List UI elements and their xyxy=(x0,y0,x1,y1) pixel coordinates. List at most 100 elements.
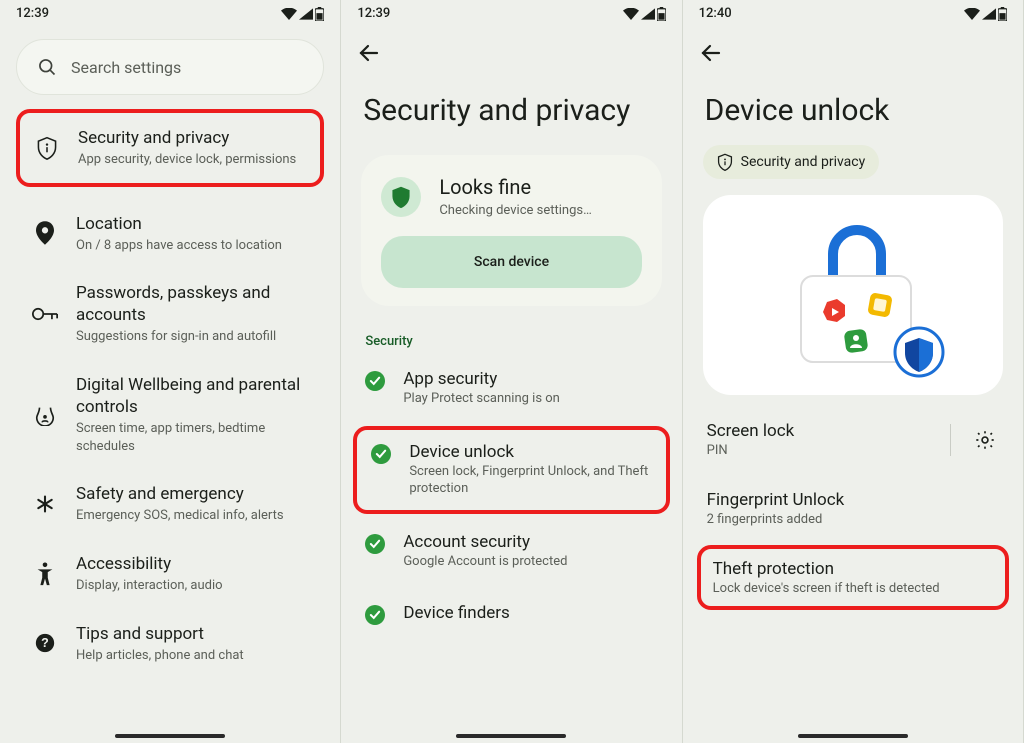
highlight-security-privacy: Security and privacy App security, devic… xyxy=(16,109,324,187)
scan-device-label: Scan device xyxy=(474,254,549,270)
settings-item-security-privacy[interactable]: Security and privacy App security, devic… xyxy=(20,117,320,179)
nav-pill[interactable] xyxy=(115,734,225,738)
status-bar: 12:40 xyxy=(683,0,1023,21)
settings-item-location[interactable]: Location On / 8 apps have access to loca… xyxy=(14,199,326,269)
clock: 12:39 xyxy=(357,6,390,21)
nav-pill[interactable] xyxy=(456,734,566,738)
nav-pill[interactable] xyxy=(798,734,908,738)
phone-security-privacy: 12:39 Security and privacy Looks fine Ch… xyxy=(341,0,682,743)
clock: 12:39 xyxy=(16,6,49,21)
highlight-theft-protection: Theft protection Lock device's screen if… xyxy=(697,545,1009,610)
item-title: Location xyxy=(76,213,308,235)
privacy-tip-icon xyxy=(717,153,733,171)
gear-icon xyxy=(974,429,996,451)
phone-settings-root: 12:39 Search settings Security and priva… xyxy=(0,0,341,743)
settings-item-wellbeing[interactable]: Digital Wellbeing and parental controls … xyxy=(14,360,326,469)
arrow-back-icon xyxy=(699,41,723,65)
phone-device-unlock: 12:40 Device unlock Security and privacy xyxy=(683,0,1024,743)
item-title: Safety and emergency xyxy=(76,483,308,505)
page-title: Device unlock xyxy=(705,93,1001,129)
row-title: Device unlock xyxy=(409,442,651,462)
row-title: Device finders xyxy=(403,603,510,623)
item-title: Passwords, passkeys and accounts xyxy=(76,282,308,326)
check-icon xyxy=(365,371,385,391)
shield-status-icon xyxy=(381,177,421,217)
row-sub: Screen lock, Fingerprint Unlock, and The… xyxy=(409,464,651,498)
location-icon xyxy=(32,221,58,245)
row-title: Account security xyxy=(403,532,567,552)
status-icons xyxy=(623,7,666,21)
page-title: Security and privacy xyxy=(363,93,659,129)
search-placeholder: Search settings xyxy=(71,58,181,77)
row-device-finders[interactable]: Device finders xyxy=(341,587,681,627)
row-title: Theft protection xyxy=(713,559,993,579)
scan-device-button[interactable]: Scan device xyxy=(381,236,641,288)
settings-item-tips[interactable]: ? Tips and support Help articles, phone … xyxy=(14,609,326,679)
signal-icon xyxy=(982,8,996,20)
wifi-icon xyxy=(623,8,639,20)
settings-list: Location On / 8 apps have access to loca… xyxy=(14,195,326,683)
row-sub: Google Account is protected xyxy=(403,554,567,571)
status-bar: 12:39 xyxy=(341,0,681,21)
svg-text:?: ? xyxy=(41,637,49,651)
row-device-unlock[interactable]: Device unlock Screen lock, Fingerprint U… xyxy=(357,430,665,510)
help-icon: ? xyxy=(32,633,58,653)
back-button[interactable] xyxy=(357,41,381,65)
settings-item-passwords[interactable]: Passwords, passkeys and accounts Suggest… xyxy=(14,268,326,360)
item-text: Accessibility Display, interaction, audi… xyxy=(76,553,308,595)
clock: 12:40 xyxy=(699,6,732,21)
row-title: Screen lock xyxy=(707,421,930,441)
highlight-device-unlock: Device unlock Screen lock, Fingerprint U… xyxy=(353,426,669,514)
item-title: Digital Wellbeing and parental controls xyxy=(76,374,308,418)
back-button[interactable] xyxy=(699,41,723,65)
settings-item-safety[interactable]: Safety and emergency Emergency SOS, medi… xyxy=(14,469,326,539)
wifi-icon xyxy=(964,8,980,20)
breadcrumb-chip[interactable]: Security and privacy xyxy=(703,145,880,179)
row-title: Fingerprint Unlock xyxy=(707,490,999,510)
row-app-security[interactable]: App security Play Protect scanning is on xyxy=(341,353,681,424)
item-subtitle: On / 8 apps have access to location xyxy=(76,237,308,255)
row-title: App security xyxy=(403,369,560,389)
item-text: Safety and emergency Emergency SOS, medi… xyxy=(76,483,308,525)
signal-icon xyxy=(299,8,313,20)
item-text: Tips and support Help articles, phone an… xyxy=(76,623,308,665)
item-text: Digital Wellbeing and parental controls … xyxy=(76,374,308,455)
lock-illustration xyxy=(753,210,953,380)
security-list: App security Play Protect scanning is on… xyxy=(341,353,681,627)
check-icon xyxy=(365,605,385,625)
divider xyxy=(950,424,951,456)
item-subtitle: Emergency SOS, medical info, alerts xyxy=(76,507,308,525)
search-settings-field[interactable]: Search settings xyxy=(16,39,324,95)
status-sub: Checking device settings… xyxy=(439,203,591,218)
status-text: Looks fine Checking device settings… xyxy=(439,175,591,218)
item-title: Accessibility xyxy=(76,553,308,575)
row-account-security[interactable]: Account security Google Account is prote… xyxy=(341,516,681,587)
wifi-icon xyxy=(281,8,297,20)
status-title: Looks fine xyxy=(439,175,591,199)
item-subtitle: Help articles, phone and chat xyxy=(76,647,308,665)
battery-icon xyxy=(998,7,1007,21)
item-title: Tips and support xyxy=(76,623,308,645)
check-icon xyxy=(365,534,385,554)
screen-lock-settings-button[interactable] xyxy=(971,426,999,454)
asterisk-icon xyxy=(32,494,58,514)
search-icon xyxy=(37,57,57,77)
battery-icon xyxy=(657,7,666,21)
item-subtitle: Suggestions for sign-in and autofill xyxy=(76,328,308,346)
security-status-card: Looks fine Checking device settings… Sca… xyxy=(361,155,661,306)
accessibility-icon xyxy=(32,562,58,586)
breadcrumb-label: Security and privacy xyxy=(741,154,866,170)
section-label-security: Security xyxy=(365,334,657,349)
settings-item-accessibility[interactable]: Accessibility Display, interaction, audi… xyxy=(14,539,326,609)
battery-icon xyxy=(315,7,324,21)
item-text: Passwords, passkeys and accounts Suggest… xyxy=(76,282,308,346)
status-icons xyxy=(964,7,1007,21)
item-text: Security and privacy App security, devic… xyxy=(78,127,306,169)
item-subtitle: Screen time, app timers, bedtime schedul… xyxy=(76,420,308,455)
row-theft-protection[interactable]: Theft protection Lock device's screen if… xyxy=(701,549,1005,606)
arrow-back-icon xyxy=(357,41,381,65)
item-title: Security and privacy xyxy=(78,127,306,149)
row-fingerprint-unlock[interactable]: Fingerprint Unlock 2 fingerprints added xyxy=(683,474,1023,543)
row-screen-lock[interactable]: Screen lock PIN xyxy=(683,405,1023,474)
row-sub: Lock device's screen if theft is detecte… xyxy=(713,581,993,596)
